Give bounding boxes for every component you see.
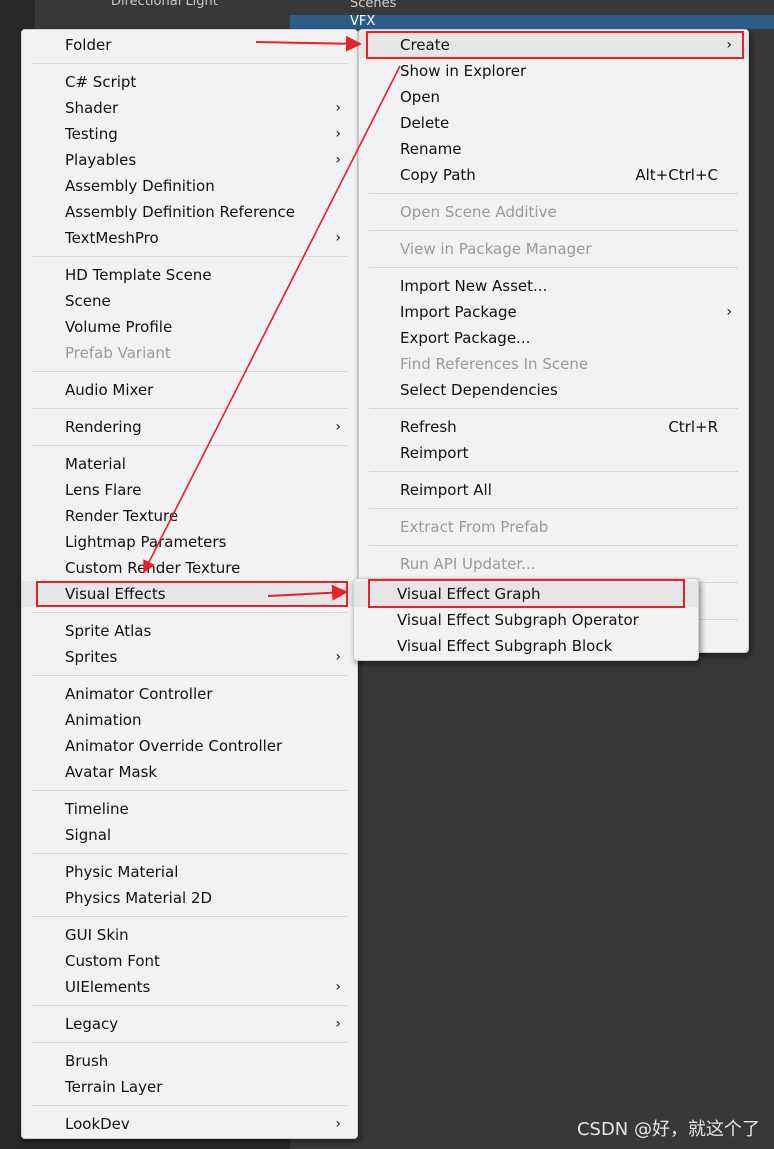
arrow-folder-to-create	[255, 35, 362, 52]
annotation-arrows	[143, 35, 401, 601]
arrow-visual-effects-to-graph	[267, 584, 348, 601]
watermark: CSDN @好，就这个了	[576, 1119, 760, 1140]
arrow-create-to-visual-effects	[143, 65, 401, 574]
